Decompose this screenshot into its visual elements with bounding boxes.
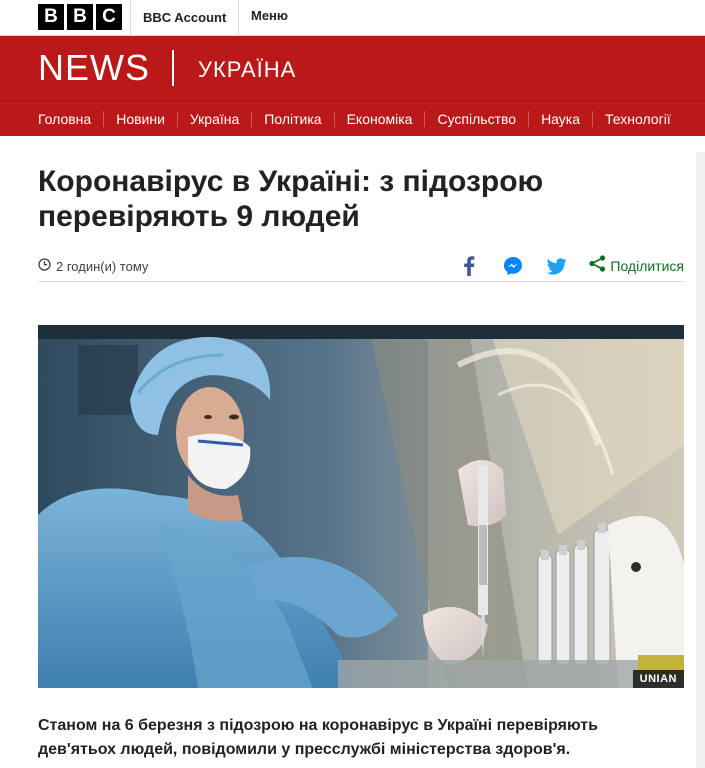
menu-link[interactable]: Меню [238, 0, 300, 36]
nav-item-technology[interactable]: Технології [593, 111, 683, 127]
top-bar: B B C BBC Account Меню [0, 0, 705, 36]
bbc-logo-letter-b1: B [38, 4, 64, 30]
article-image: UNIAN [38, 325, 684, 688]
menu-label: Меню [251, 8, 289, 23]
share-icon [589, 255, 606, 277]
bbc-account-link[interactable]: BBC Account [130, 0, 238, 36]
share-button[interactable]: Поділитися [589, 255, 684, 277]
share-label: Поділитися [610, 258, 684, 274]
bbc-account-label: BBC Account [143, 10, 227, 25]
twitter-icon[interactable] [545, 254, 569, 278]
nav-item-home[interactable]: Головна [26, 110, 105, 127]
lab-worker-photo [38, 325, 684, 688]
nav-item-economics[interactable]: Економіка [335, 110, 426, 127]
timestamp-text: 2 годин(и) тому [56, 258, 149, 274]
clock-icon [38, 258, 51, 274]
facebook-icon[interactable] [457, 254, 481, 278]
brand-divider [172, 50, 174, 86]
page-edge-shade [696, 152, 705, 768]
article-meta-row: 2 годин(и) тому Поділитися [38, 250, 684, 282]
messenger-icon[interactable] [501, 254, 525, 278]
main-navigation: Головна Новини Україна Політика Економік… [0, 100, 705, 136]
nav-item-science[interactable]: Наука [529, 110, 594, 127]
article-lead: Станом на 6 березня з підозрою на корона… [38, 717, 598, 758]
nav-item-ukraine[interactable]: Україна [178, 110, 253, 127]
news-region[interactable]: УКРАЇНА [198, 58, 296, 82]
image-credit: UNIAN [632, 670, 684, 688]
nav-item-society[interactable]: Суспільство [425, 110, 530, 127]
news-header: NEWS УКРАЇНА [0, 36, 705, 100]
article-headline: Коронавірус в Україні: з підозрою переві… [38, 165, 544, 233]
share-toolbar: Поділитися [437, 254, 684, 278]
news-brand[interactable]: NEWS [38, 49, 150, 87]
bbc-logo[interactable]: B B C [38, 4, 122, 30]
timestamp: 2 годин(и) тому [38, 258, 148, 274]
bbc-logo-letter-c: C [96, 4, 122, 30]
nav-item-news[interactable]: Новини [104, 110, 178, 127]
nav-item-politics[interactable]: Політика [252, 110, 335, 127]
bbc-logo-letter-b2: B [67, 4, 93, 30]
